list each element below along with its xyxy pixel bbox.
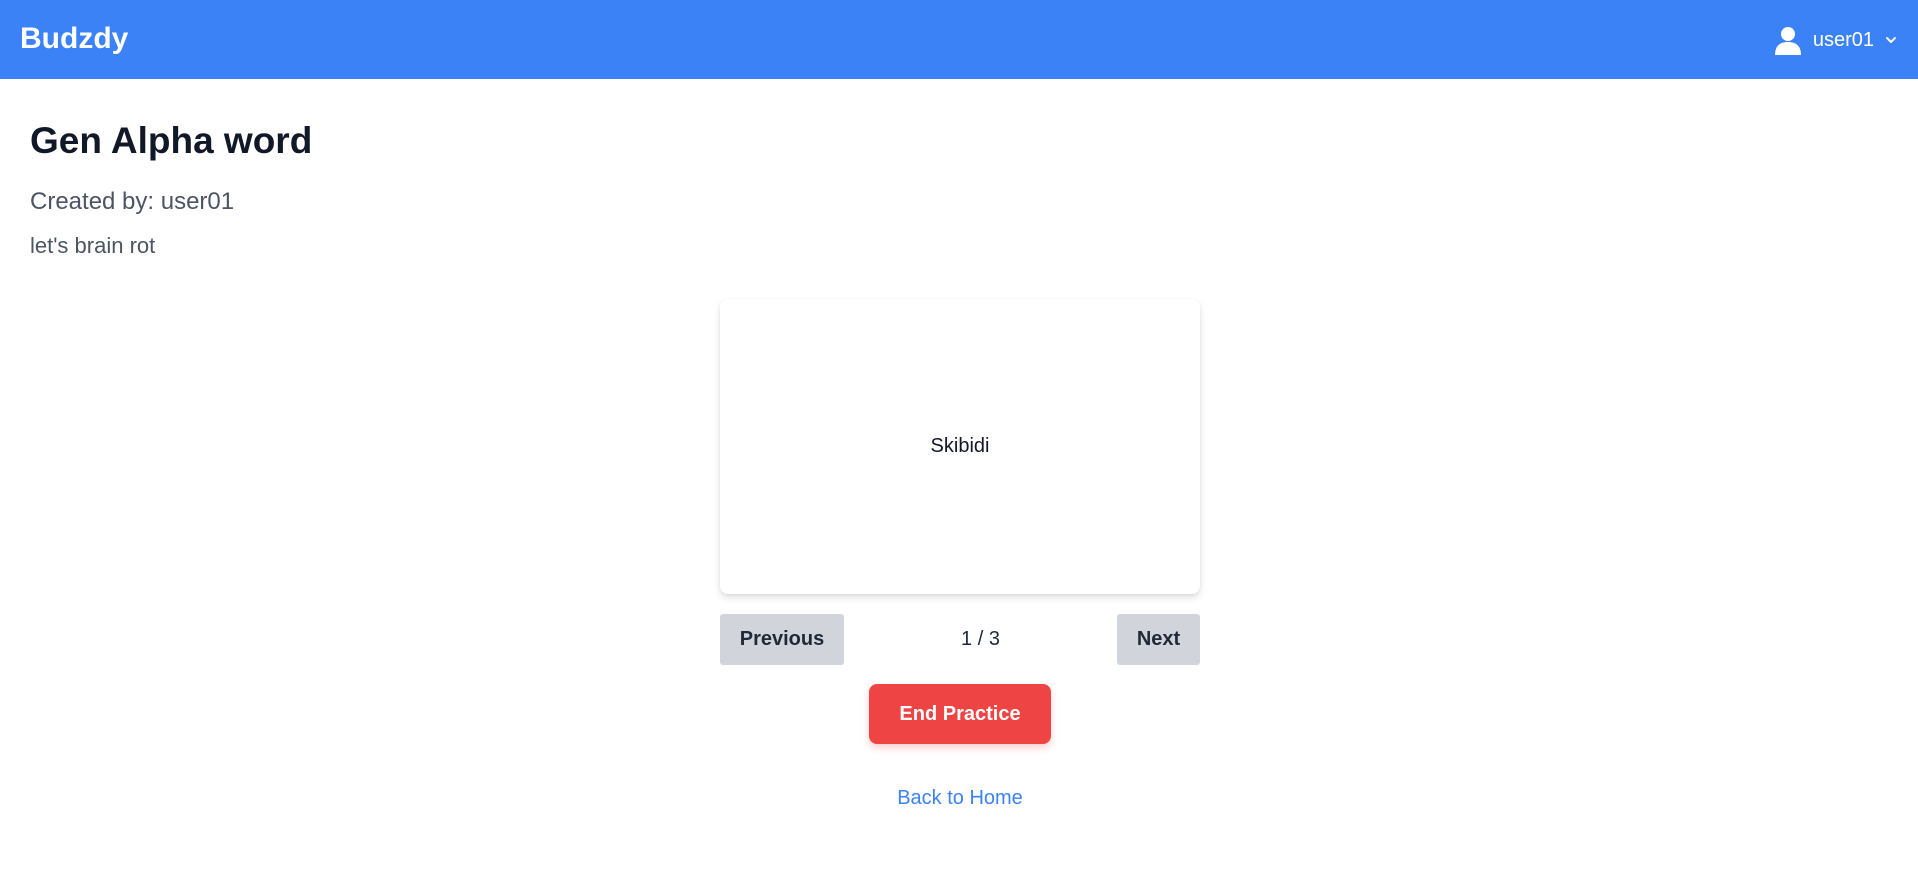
- created-by-text: Created by: user01: [30, 188, 235, 215]
- previous-button[interactable]: Previous: [720, 614, 844, 665]
- brand-logo[interactable]: Budzdy: [20, 22, 128, 56]
- username-label: user01: [1812, 29, 1874, 51]
- chevron-down-icon: [1884, 33, 1898, 47]
- top-navbar: Budzdy user01: [0, 0, 1918, 79]
- next-button[interactable]: Next: [1117, 614, 1200, 665]
- card-counter: 1 / 3: [961, 628, 1000, 650]
- user-menu[interactable]: user01: [1773, 24, 1898, 56]
- page-title: Gen Alpha word: [30, 120, 313, 161]
- back-to-home-link[interactable]: Back to Home: [860, 787, 1060, 810]
- set-description: let's brain rot: [30, 233, 156, 258]
- flashcard[interactable]: Skibidi: [720, 299, 1200, 594]
- end-practice-button[interactable]: End Practice: [869, 684, 1051, 744]
- user-icon: [1773, 25, 1803, 55]
- flashcard-text: Skibidi: [930, 435, 990, 457]
